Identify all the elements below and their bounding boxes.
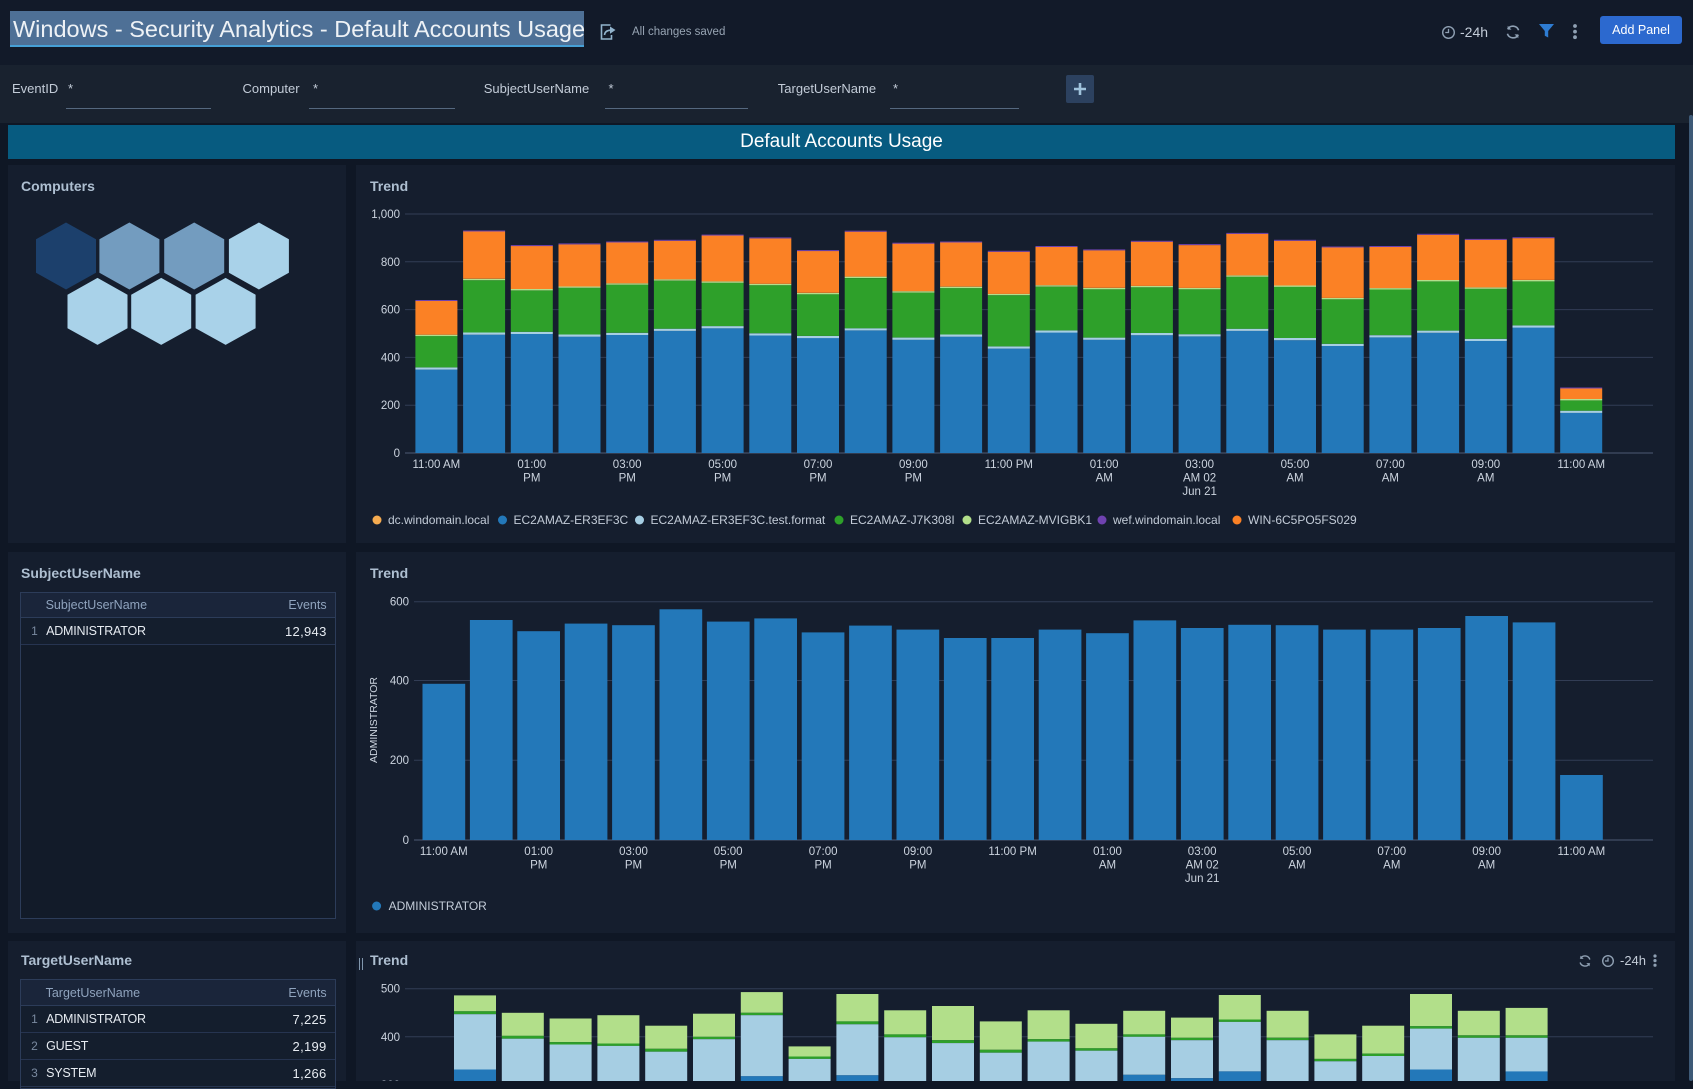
svg-text:09:00: 09:00 (904, 846, 933, 858)
svg-text:400: 400 (381, 1032, 400, 1044)
svg-text:01:00: 01:00 (524, 846, 553, 858)
svg-text:PM: PM (619, 473, 636, 485)
svg-text:0: 0 (394, 448, 400, 460)
svg-text:PM: PM (809, 473, 826, 485)
svg-text:400: 400 (381, 352, 400, 364)
svg-text:PM: PM (720, 860, 737, 872)
svg-text:EC2AMAZ-J7K308I: EC2AMAZ-J7K308I (850, 513, 955, 527)
svg-text:PM: PM (530, 860, 547, 872)
svg-text:1,000: 1,000 (371, 209, 400, 221)
svg-text:11:00 AM: 11:00 AM (413, 459, 461, 471)
svg-text:07:00: 07:00 (809, 846, 838, 858)
svg-text:500: 500 (381, 984, 400, 996)
svg-text:EC2AMAZ-ER3EF3C: EC2AMAZ-ER3EF3C (514, 513, 629, 527)
svg-text:05:00: 05:00 (714, 846, 743, 858)
svg-text:0: 0 (403, 835, 409, 847)
svg-text:wef.windomain.local: wef.windomain.local (1112, 513, 1220, 527)
svg-text:05:00: 05:00 (1281, 459, 1310, 471)
svg-text:05:00: 05:00 (708, 459, 737, 471)
svg-text:WIN-6C5PO5FS029: WIN-6C5PO5FS029 (1248, 513, 1357, 527)
svg-text:07:00: 07:00 (1377, 846, 1406, 858)
svg-text:AM 02: AM 02 (1183, 473, 1216, 485)
svg-text:600: 600 (381, 305, 400, 317)
svg-text:11:00 AM: 11:00 AM (1557, 459, 1605, 471)
svg-text:AM: AM (1286, 473, 1303, 485)
svg-text:01:00: 01:00 (1090, 459, 1119, 471)
svg-text:Jun 21: Jun 21 (1185, 873, 1220, 885)
svg-text:AM: AM (1096, 473, 1113, 485)
svg-text:AM 02: AM 02 (1186, 860, 1219, 872)
svg-text:09:00: 09:00 (899, 459, 928, 471)
svg-text:03:00: 03:00 (1185, 459, 1214, 471)
svg-text:PM: PM (814, 860, 831, 872)
svg-text:07:00: 07:00 (804, 459, 833, 471)
svg-text:AM: AM (1382, 473, 1399, 485)
svg-text:400: 400 (390, 676, 409, 688)
svg-text:05:00: 05:00 (1283, 846, 1312, 858)
svg-text:07:00: 07:00 (1376, 459, 1405, 471)
svg-text:PM: PM (905, 473, 922, 485)
svg-text:PM: PM (523, 473, 540, 485)
svg-text:03:00: 03:00 (613, 459, 642, 471)
svg-text:11:00 PM: 11:00 PM (988, 846, 1036, 858)
svg-text:AM: AM (1099, 860, 1116, 872)
svg-text:ADMINISTRATOR: ADMINISTRATOR (389, 899, 488, 913)
svg-text:Jun 21: Jun 21 (1182, 486, 1217, 498)
svg-text:11:00 PM: 11:00 PM (985, 459, 1033, 471)
svg-text:PM: PM (625, 860, 642, 872)
svg-text:800: 800 (381, 257, 400, 269)
svg-text:ADMINISTRATOR: ADMINISTRATOR (368, 677, 380, 763)
svg-text:03:00: 03:00 (1188, 846, 1217, 858)
svg-text:11:00 AM: 11:00 AM (1558, 846, 1606, 858)
svg-text:EC2AMAZ-MVIGBK1: EC2AMAZ-MVIGBK1 (978, 513, 1092, 527)
svg-text:AM: AM (1478, 860, 1495, 872)
svg-text:EC2AMAZ-ER3EF3C.test.format: EC2AMAZ-ER3EF3C.test.format (651, 513, 826, 527)
svg-text:09:00: 09:00 (1471, 459, 1500, 471)
svg-text:200: 200 (390, 755, 409, 767)
svg-text:PM: PM (909, 860, 926, 872)
svg-text:600: 600 (390, 597, 409, 609)
svg-text:AM: AM (1383, 860, 1400, 872)
svg-text:AM: AM (1477, 473, 1494, 485)
svg-text:200: 200 (381, 400, 400, 412)
svg-text:01:00: 01:00 (1093, 846, 1122, 858)
svg-text:AM: AM (1288, 860, 1305, 872)
svg-text:dc.windomain.local: dc.windomain.local (388, 513, 489, 527)
svg-text:09:00: 09:00 (1472, 846, 1501, 858)
svg-text:PM: PM (714, 473, 731, 485)
svg-text:03:00: 03:00 (619, 846, 648, 858)
svg-text:01:00: 01:00 (517, 459, 546, 471)
svg-text:11:00 AM: 11:00 AM (420, 846, 468, 858)
